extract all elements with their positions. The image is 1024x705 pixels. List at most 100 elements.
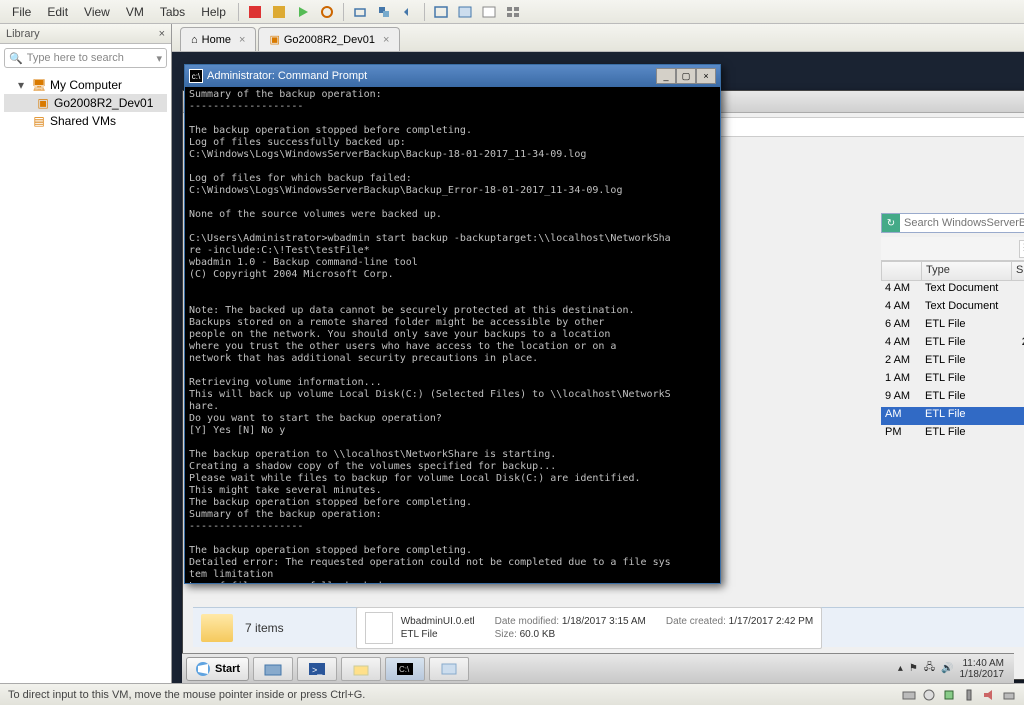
windows-logo-icon	[195, 661, 211, 677]
cell-size: 30 KB	[1011, 425, 1024, 443]
restart-icon[interactable]	[318, 3, 336, 21]
menu-edit[interactable]: Edit	[39, 3, 76, 21]
menu-vm[interactable]: VM	[118, 3, 152, 21]
tree-my-computer[interactable]: ▾ 🖥 My Computer	[4, 76, 167, 94]
file-row[interactable]: 4 AMText Document1 KB	[881, 281, 1024, 299]
file-row[interactable]: 2 AMETL File60 KB	[881, 353, 1024, 371]
tray-network-icon[interactable]: 🖧	[924, 660, 935, 677]
menu-view[interactable]: View	[76, 3, 118, 21]
items-count: 7 items	[245, 621, 284, 635]
cell-size: 60 KB	[1011, 407, 1024, 425]
cell-time: 9 AM	[881, 389, 921, 407]
search-placeholder: Type here to search	[27, 52, 124, 64]
tree-label: My Computer	[50, 78, 122, 92]
taskbar-clock[interactable]: 11:40 AM 1/18/2017	[960, 658, 1005, 680]
file-row[interactable]: 1 AMETL File20 KB	[881, 371, 1024, 389]
vm-icon: ▣	[36, 96, 50, 110]
file-list-header[interactable]: Type Size	[881, 261, 1024, 281]
device-sound-icon[interactable]	[982, 688, 996, 702]
play-icon[interactable]	[294, 3, 312, 21]
col-type[interactable]: Type	[922, 262, 1012, 280]
pause-icon[interactable]	[270, 3, 288, 21]
system-tray: ▴ ⚑ 🖧 🔊 11:40 AM 1/18/2017	[892, 658, 1010, 680]
taskbar-server-manager[interactable]	[429, 657, 469, 681]
cell-time: 6 AM	[881, 317, 921, 335]
details-pane: 7 items WbadminUI.0.etl Date modified: 1…	[193, 607, 1024, 647]
cell-type: Text Document	[921, 299, 1011, 317]
fullscreen-icon[interactable]	[432, 3, 450, 21]
file-row[interactable]: AMETL File60 KB	[881, 407, 1024, 425]
menubar-separator	[424, 3, 425, 21]
cmd-output[interactable]: Summary of the backup operation: -------…	[185, 87, 720, 583]
taskbar-libraries[interactable]	[253, 657, 293, 681]
taskbar-explorer[interactable]	[341, 657, 381, 681]
col-time[interactable]	[882, 262, 922, 280]
tab-vm[interactable]: ▣ Go2008R2_Dev01 ×	[258, 27, 400, 51]
library-tree: ▾ 🖥 My Computer ▣ Go2008R2_Dev01 ▤ Share…	[0, 72, 171, 134]
minimize-button[interactable]: _	[656, 68, 676, 84]
console-icon[interactable]	[480, 3, 498, 21]
search-input[interactable]	[900, 217, 1024, 229]
menu-file[interactable]: File	[4, 3, 39, 21]
snapshot-icon[interactable]	[351, 3, 369, 21]
menubar-separator	[238, 3, 239, 21]
taskbar-cmd[interactable]: C:\	[385, 657, 425, 681]
tray-show-hidden-icon[interactable]: ▴	[898, 663, 903, 674]
tree-vm-go2008r2[interactable]: ▣ Go2008R2_Dev01	[4, 94, 167, 112]
device-hdd-icon[interactable]	[902, 688, 916, 702]
tab-home[interactable]: ⌂ Home ×	[180, 27, 256, 51]
chevron-down-icon[interactable]: ▾	[156, 52, 162, 65]
close-button[interactable]: ×	[696, 68, 716, 84]
close-icon[interactable]: ×	[383, 34, 389, 46]
command-prompt-window[interactable]: c:\ Administrator: Command Prompt _ ▢ × …	[184, 64, 721, 584]
unity-icon[interactable]	[456, 3, 474, 21]
cell-type: ETL File	[921, 353, 1011, 371]
file-row[interactable]: 6 AMETL File200 KB	[881, 317, 1024, 335]
close-icon[interactable]: ×	[159, 28, 165, 40]
file-row[interactable]: 9 AMETL File80 KB	[881, 389, 1024, 407]
vm-guest-screen[interactable]: are -include:C:\!Test\testFile* _ ▢ × ↻ …	[172, 52, 1024, 683]
start-label: Start	[215, 663, 240, 675]
col-size[interactable]: Size	[1012, 262, 1024, 280]
svg-text:>_: >_	[312, 665, 323, 675]
cmd-title-text: Administrator: Command Prompt	[207, 70, 367, 82]
cell-size: 2,230 KB	[1011, 335, 1024, 353]
explorer-search[interactable]: ↻ 🔍	[881, 213, 1024, 233]
snapshot-mgr-icon[interactable]	[375, 3, 393, 21]
file-row[interactable]: 4 AMETL File2,230 KB	[881, 335, 1024, 353]
view-options-icon[interactable]: ☰▾	[1019, 240, 1024, 258]
cell-size: 20 KB	[1011, 371, 1024, 389]
tray-volume-icon[interactable]: 🔊	[941, 663, 953, 674]
device-printer-icon[interactable]	[1002, 688, 1016, 702]
menu-help[interactable]: Help	[193, 3, 234, 21]
refresh-icon[interactable]: ↻	[882, 214, 900, 232]
file-row[interactable]: 4 AMText Document1 KB	[881, 299, 1024, 317]
power-on-icon[interactable]	[246, 3, 264, 21]
cmd-titlebar[interactable]: c:\ Administrator: Command Prompt _ ▢ ×	[185, 65, 720, 87]
device-net-icon[interactable]	[942, 688, 956, 702]
start-button[interactable]: Start	[186, 657, 249, 681]
shared-icon: ▤	[32, 114, 46, 128]
tab-label: Home	[202, 34, 231, 46]
library-search[interactable]: 🔍 Type here to search ▾	[4, 48, 167, 68]
close-icon[interactable]: ×	[239, 34, 245, 46]
detail-created: 1/17/2017 2:42 PM	[729, 616, 814, 627]
status-message: To direct input to this VM, move the mou…	[8, 689, 365, 701]
device-cd-icon[interactable]	[922, 688, 936, 702]
device-usb-icon[interactable]	[962, 688, 976, 702]
file-row[interactable]: PMETL File30 KB	[881, 425, 1024, 443]
tray-flag-icon[interactable]: ⚑	[909, 663, 918, 674]
cell-type: ETL File	[921, 407, 1011, 425]
file-icon	[365, 612, 393, 644]
menu-tabs[interactable]: Tabs	[152, 3, 193, 21]
cell-type: ETL File	[921, 389, 1011, 407]
explorer-view-toolbar: ☰▾ ▭ ?	[881, 237, 1024, 261]
tree-shared-vms[interactable]: ▤ Shared VMs	[4, 112, 167, 130]
folder-icon	[201, 614, 233, 642]
thumb-icon[interactable]	[504, 3, 522, 21]
cell-time: 4 AM	[881, 281, 921, 299]
taskbar-powershell[interactable]: >_	[297, 657, 337, 681]
revert-icon[interactable]	[399, 3, 417, 21]
maximize-button[interactable]: ▢	[676, 68, 696, 84]
tab-label: Go2008R2_Dev01	[284, 34, 375, 46]
